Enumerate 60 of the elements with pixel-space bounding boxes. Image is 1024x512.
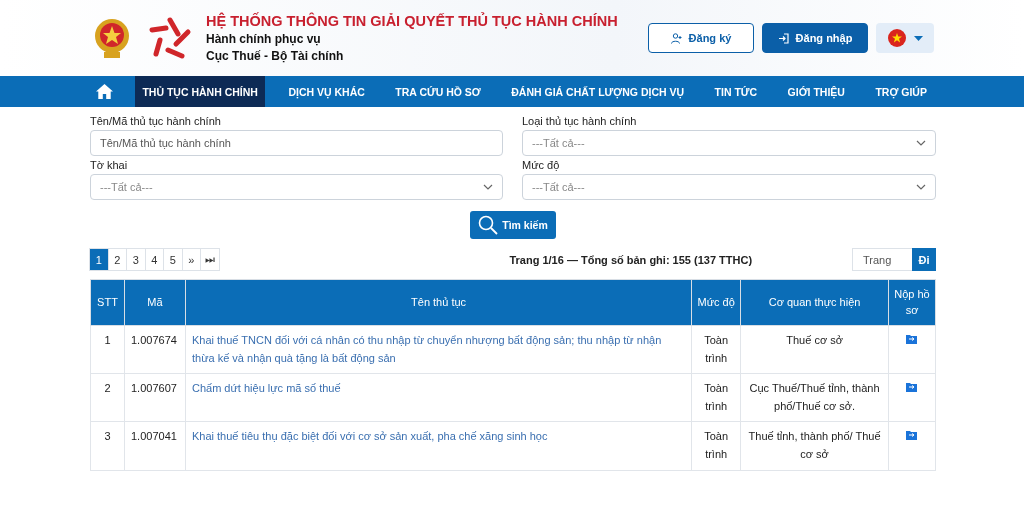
column-header: STT (90, 279, 125, 326)
column-header: Mã (124, 279, 186, 326)
nav-tab[interactable]: GIỚI THIỆU (780, 76, 852, 107)
home-icon (96, 84, 113, 99)
table-cell: 1.007674 (124, 325, 186, 374)
nav-tab[interactable]: TIN TỨC (707, 76, 765, 107)
page-button[interactable]: 5 (163, 248, 183, 271)
table-cell: Thuế cơ sở (740, 325, 889, 374)
chevron-down-icon (916, 184, 926, 190)
column-header: Tên thủ tục (185, 279, 692, 326)
table-cell: Toàn trình (691, 373, 741, 422)
table-cell: Cục Thuế/Thuế tỉnh, thành phố/Thuế cơ sở. (740, 373, 889, 422)
page-button[interactable]: 1 (89, 248, 109, 271)
chevron-down-icon (916, 140, 926, 146)
flag-icon (887, 29, 906, 47)
search-icon (478, 215, 499, 235)
table-cell: 3 (90, 421, 125, 471)
agency-name: Cục Thuế - Bộ Tài chính (206, 49, 345, 63)
user-icon (670, 32, 682, 44)
go-button[interactable]: Đi (912, 248, 936, 271)
nav-tab[interactable]: DỊCH VỤ KHÁC (281, 76, 372, 107)
select-field[interactable]: ---Tất cả--- (90, 174, 503, 200)
star-logo-icon (148, 16, 192, 60)
table-cell: 1.007041 (124, 421, 186, 471)
login-button[interactable]: Đăng nhập (762, 23, 868, 53)
folder-icon[interactable] (906, 430, 918, 441)
nav-tab[interactable]: TRA CỨU HỒ SƠ (388, 76, 488, 107)
table-cell: 2 (90, 373, 125, 422)
page-input[interactable]: Trang (852, 248, 912, 271)
folder-icon[interactable] (906, 334, 918, 344)
table-cell: 1 (90, 325, 125, 374)
input-field[interactable]: Tên/Mã thủ tục hành chính (90, 130, 503, 156)
table-cell: Toàn trình (691, 421, 741, 471)
nav-tab[interactable]: ĐÁNH GIÁ CHẤT LƯỢNG DỊCH VỤ (504, 76, 692, 107)
site-title: HỆ THỐNG THÔNG TIN GIẢI QUYẾT THỦ TỤC HÀNH CHÍNH (206, 13, 619, 29)
page-button[interactable]: ⏭ (200, 248, 220, 271)
column-header: Mức độ (691, 279, 741, 326)
register-button[interactable]: Đăng ký (648, 23, 754, 53)
language-selector[interactable] (876, 23, 934, 53)
select-field[interactable]: ---Tất cả--- (522, 130, 936, 156)
nav-tab[interactable]: TRỢ GIÚP (868, 76, 934, 107)
login-icon (777, 32, 789, 44)
caret-icon (913, 35, 923, 41)
page-button[interactable]: 3 (126, 248, 146, 271)
chevron-down-icon (483, 184, 493, 190)
field-label: Tờ khai (90, 159, 129, 171)
search-button[interactable]: Tìm kiếm (470, 211, 556, 239)
table-cell: 1.007607 (124, 373, 186, 422)
table-cell: Toàn trình (691, 325, 741, 374)
nav-tab[interactable]: THỦ TỤC HÀNH CHÍNH (135, 76, 265, 107)
column-header: Cơ quan thực hiện (740, 279, 889, 326)
select-field[interactable]: ---Tất cả--- (522, 174, 936, 200)
field-label: Mức độ (522, 159, 561, 171)
field-label: Tên/Mã thủ tục hành chính (90, 115, 222, 127)
table-cell: Thuế tỉnh, thành phố/ Thuế cơ sở (740, 421, 889, 471)
field-label: Loại thủ tục hành chính (522, 115, 638, 127)
site-subtitle: Hành chính phục vụ (206, 32, 322, 46)
folder-icon[interactable] (906, 382, 918, 393)
column-header: Nộp hồ sơ (888, 279, 936, 326)
record-summary: Trang 1/16 — Tổng số bản ghi: 155 (137 TTHC) (509, 253, 753, 266)
